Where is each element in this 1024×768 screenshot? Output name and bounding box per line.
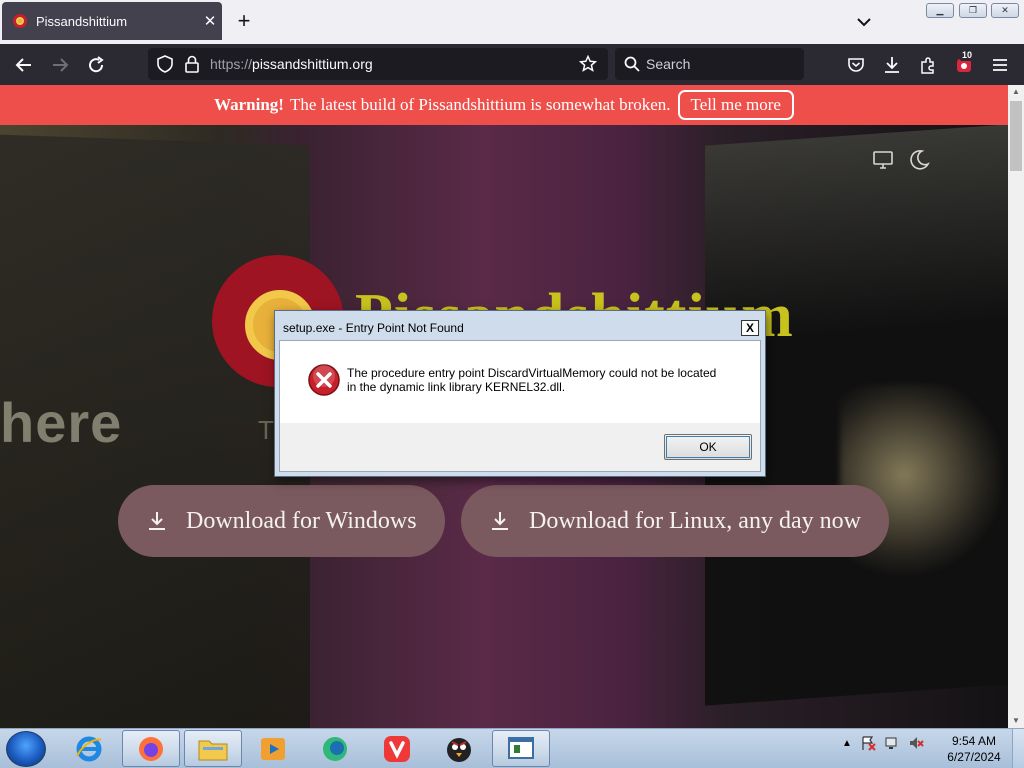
dialog-message-area: The procedure entry point DiscardVirtual…: [280, 341, 760, 423]
lock-icon[interactable]: [184, 55, 200, 73]
window-restore-button[interactable]: ❐: [959, 3, 987, 18]
downloads-icon[interactable]: [880, 53, 904, 77]
page-scrollbar[interactable]: ▲ ▼: [1008, 85, 1024, 728]
scroll-down-arrow-icon[interactable]: ▼: [1008, 714, 1024, 728]
tab-close-icon[interactable]: ✕: [198, 12, 222, 30]
pocket-icon[interactable]: [844, 53, 868, 77]
network-icon[interactable]: [884, 735, 900, 751]
addon-count-badge: 10: [960, 50, 975, 61]
window-minimize-button[interactable]: ▁: [926, 3, 954, 18]
taskbar: ▲ 9:54 AM 6/27/2024: [0, 728, 1024, 768]
extensions-puzzle-icon[interactable]: [916, 53, 940, 77]
search-placeholder: Search: [646, 56, 691, 72]
show-desktop-button[interactable]: [1012, 729, 1024, 768]
system-tray: ▲: [842, 735, 924, 751]
navigation-toolbar: https://pissandshittium.org Search 10: [0, 44, 1024, 85]
download-icon: [149, 512, 165, 530]
new-tab-plus-icon[interactable]: +: [232, 10, 256, 34]
clock-time: 9:54 AM: [951, 734, 997, 748]
tab-pissandshittium[interactable]: Pissandshittium ✕: [2, 2, 222, 40]
dialog-close-button[interactable]: X: [741, 320, 759, 336]
dialog-title: setup.exe - Entry Point Not Found: [283, 321, 464, 335]
system-theme-monitor-icon[interactable]: [872, 149, 894, 171]
background-text-t: T: [258, 415, 274, 445]
warning-label: Warning!: [214, 95, 284, 114]
dialog-message: The procedure entry point DiscardVirtual…: [347, 366, 747, 394]
dialog-message-line-2: in the dynamic link library KERNEL32.dll…: [347, 380, 566, 394]
show-hidden-icons-arrow-icon[interactable]: ▲: [842, 738, 852, 749]
scroll-up-arrow-icon[interactable]: ▲: [1008, 85, 1024, 99]
download-linux-button[interactable]: Download for Linux, any day now: [461, 485, 889, 557]
search-icon: [624, 56, 640, 72]
action-center-flag-icon[interactable]: [860, 735, 876, 751]
taskbar-firefox-icon[interactable]: [122, 730, 180, 767]
dialog-message-line-1: The procedure entry point DiscardVirtual…: [347, 366, 717, 380]
dialog-titlebar[interactable]: setup.exe - Entry Point Not Found X: [279, 315, 761, 339]
address-bar[interactable]: https://pissandshittium.org: [148, 48, 608, 80]
tab-strip: Pissandshittium ✕ + ▁ ❐ ✕: [0, 0, 1024, 44]
system-clock[interactable]: 9:54 AM 6/27/2024: [940, 733, 1008, 765]
background-text-here: here: [0, 391, 123, 454]
dark-theme-moon-icon[interactable]: [908, 149, 930, 171]
taskbar-messenger-icon[interactable]: [306, 730, 364, 767]
taskbar-angry-bird-icon[interactable]: [430, 730, 488, 767]
list-all-tabs-chevron-icon[interactable]: [852, 11, 876, 33]
error-dialog: setup.exe - Entry Point Not Found X The …: [274, 310, 766, 477]
scrollbar-thumb[interactable]: [1010, 101, 1022, 171]
search-input[interactable]: Search: [615, 48, 804, 80]
clock-date: 6/27/2024: [947, 750, 1001, 764]
window-close-button[interactable]: ✕: [991, 3, 1019, 18]
taskbar-file-explorer-icon[interactable]: [184, 730, 242, 767]
ok-button[interactable]: OK: [664, 434, 752, 460]
tell-me-more-button[interactable]: Tell me more: [677, 90, 794, 120]
dialog-body: The procedure entry point DiscardVirtual…: [279, 340, 761, 472]
forward-arrow-icon[interactable]: [48, 53, 72, 77]
download-linux-label: Download for Linux, any day now: [529, 507, 861, 534]
hamburger-menu-icon[interactable]: [988, 53, 1012, 77]
bookmark-star-icon[interactable]: [579, 55, 597, 73]
taskbar-setup-app-icon[interactable]: [492, 730, 550, 767]
download-icon: [492, 512, 508, 530]
taskbar-internet-explorer-icon[interactable]: [60, 730, 118, 767]
site-favicon-icon: [13, 14, 27, 28]
error-x-icon: [308, 364, 340, 396]
tracking-protection-shield-icon[interactable]: [156, 55, 174, 73]
theme-switcher: [872, 149, 930, 171]
url-text: https://pissandshittium.org: [210, 56, 373, 72]
volume-muted-icon[interactable]: [908, 735, 924, 751]
warning-banner: Warning! The latest build of Pissandshit…: [0, 85, 1008, 125]
reload-icon[interactable]: [84, 53, 108, 77]
back-arrow-icon[interactable]: [12, 53, 36, 77]
warning-message: The latest build of Pissandshittium is s…: [289, 95, 671, 114]
taskbar-vivaldi-icon[interactable]: [368, 730, 426, 767]
start-button-windows-icon[interactable]: [6, 731, 46, 767]
tab-title: Pissandshittium: [36, 13, 128, 29]
download-windows-label: Download for Windows: [186, 507, 417, 534]
taskbar-media-player-icon[interactable]: [244, 730, 302, 767]
download-windows-button[interactable]: Download for Windows: [118, 485, 445, 557]
